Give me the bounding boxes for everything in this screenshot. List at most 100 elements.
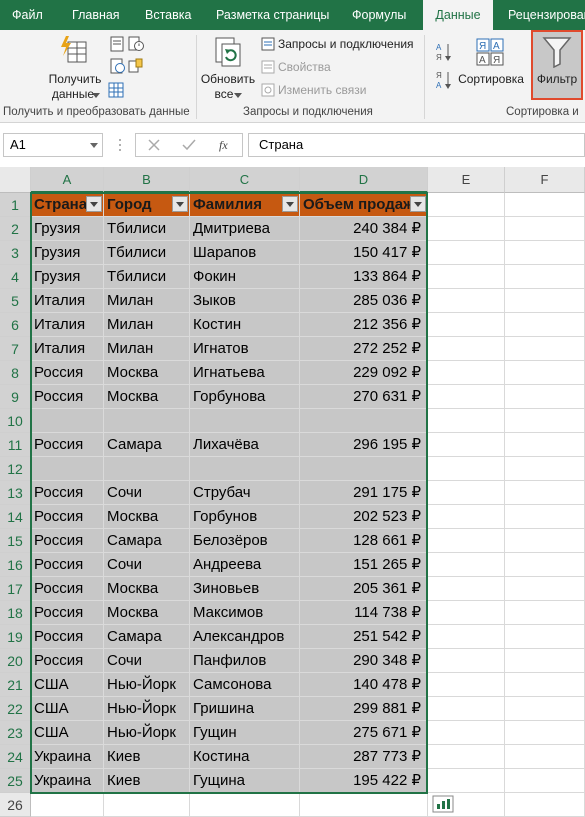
table-cell[interactable]: Игнатьева (190, 361, 300, 385)
table-cell[interactable] (505, 289, 585, 313)
table-cell[interactable]: Самара (104, 625, 190, 649)
row-header[interactable]: 22 (0, 697, 31, 721)
filter-dropdown-icon[interactable] (282, 196, 298, 212)
sort-descending-icon[interactable]: Я А (436, 70, 452, 90)
table-cell[interactable]: Гущин (190, 721, 300, 745)
table-cell[interactable] (104, 793, 190, 817)
table-cell[interactable] (428, 745, 505, 769)
table-cell[interactable]: 140 478 ₽ (300, 673, 428, 697)
table-cell[interactable] (428, 409, 505, 433)
row-header[interactable]: 20 (0, 649, 31, 673)
table-cell[interactable]: Сочи (104, 481, 190, 505)
row-header[interactable]: 21 (0, 673, 31, 697)
table-cell[interactable] (505, 337, 585, 361)
table-cell[interactable]: 296 195 ₽ (300, 433, 428, 457)
table-cell[interactable]: Россия (31, 361, 104, 385)
tab-file[interactable]: Файл (12, 0, 43, 30)
table-cell[interactable] (104, 409, 190, 433)
table-cell[interactable] (505, 217, 585, 241)
table-cell[interactable] (428, 313, 505, 337)
table-cell[interactable]: 299 881 ₽ (300, 697, 428, 721)
table-cell[interactable]: 212 356 ₽ (300, 313, 428, 337)
table-cell[interactable]: 202 523 ₽ (300, 505, 428, 529)
table-cell[interactable] (505, 241, 585, 265)
table-cell[interactable]: Горбунова (190, 385, 300, 409)
row-header[interactable]: 26 (0, 793, 31, 817)
table-cell[interactable]: Москва (104, 577, 190, 601)
table-cell[interactable] (505, 433, 585, 457)
table-cell[interactable]: Гришина (190, 697, 300, 721)
table-cell[interactable]: Игнатов (190, 337, 300, 361)
table-cell[interactable]: Россия (31, 385, 104, 409)
table-cell[interactable] (190, 793, 300, 817)
tab-formulas[interactable]: Формулы (352, 0, 406, 30)
table-cell[interactable]: Россия (31, 577, 104, 601)
table-cell[interactable]: Россия (31, 481, 104, 505)
table-cell[interactable]: Грузия (31, 217, 104, 241)
row-header[interactable]: 24 (0, 745, 31, 769)
table-cell[interactable]: США (31, 721, 104, 745)
table-cell[interactable] (428, 337, 505, 361)
table-cell[interactable]: Андреева (190, 553, 300, 577)
row-header[interactable]: 18 (0, 601, 31, 625)
table-cell[interactable]: Костина (190, 745, 300, 769)
formula-input[interactable]: Страна (248, 133, 585, 157)
table-cell[interactable]: 251 542 ₽ (300, 625, 428, 649)
column-header-d[interactable]: D (300, 167, 428, 193)
table-header-cell[interactable]: Объем продаж (300, 193, 428, 217)
tab-review[interactable]: Рецензирован (508, 0, 585, 30)
row-header[interactable]: 12 (0, 457, 31, 481)
table-cell[interactable] (428, 721, 505, 745)
column-header-c[interactable]: C (190, 167, 300, 193)
table-cell[interactable]: Гущина (190, 769, 300, 793)
table-cell[interactable]: Сочи (104, 553, 190, 577)
quick-analysis-icon[interactable] (432, 795, 454, 813)
table-cell[interactable]: Александров (190, 625, 300, 649)
table-cell[interactable]: Милан (104, 313, 190, 337)
table-cell[interactable]: Самара (104, 433, 190, 457)
table-cell[interactable] (428, 769, 505, 793)
table-cell[interactable]: Зыков (190, 289, 300, 313)
table-cell[interactable] (190, 409, 300, 433)
table-cell[interactable]: 151 265 ₽ (300, 553, 428, 577)
row-header[interactable]: 5 (0, 289, 31, 313)
table-cell[interactable] (300, 457, 428, 481)
row-header[interactable]: 15 (0, 529, 31, 553)
table-cell[interactable] (428, 673, 505, 697)
table-cell[interactable]: Тбилиси (104, 217, 190, 241)
table-cell[interactable]: Белозёров (190, 529, 300, 553)
table-cell[interactable]: Тбилиси (104, 241, 190, 265)
table-cell[interactable] (505, 481, 585, 505)
recent-sources-icon[interactable] (128, 36, 144, 52)
row-header[interactable]: 17 (0, 577, 31, 601)
table-cell[interactable] (428, 577, 505, 601)
table-cell[interactable]: 229 092 ₽ (300, 361, 428, 385)
table-cell[interactable] (190, 457, 300, 481)
table-cell[interactable] (428, 697, 505, 721)
table-cell[interactable]: Грузия (31, 241, 104, 265)
table-cell[interactable] (505, 697, 585, 721)
sort-ascending-icon[interactable]: А Я (436, 42, 452, 62)
table-cell[interactable]: Сочи (104, 649, 190, 673)
table-cell[interactable]: Киев (104, 769, 190, 793)
table-cell[interactable] (505, 577, 585, 601)
chevron-down-icon[interactable] (90, 143, 98, 149)
table-cell[interactable] (505, 505, 585, 529)
table-cell[interactable]: Панфилов (190, 649, 300, 673)
tab-insert[interactable]: Вставка (145, 0, 191, 30)
table-cell[interactable]: Нью-Йорк (104, 673, 190, 697)
table-cell[interactable] (428, 433, 505, 457)
table-cell[interactable]: Украина (31, 745, 104, 769)
from-text-icon[interactable] (110, 36, 124, 52)
from-web-icon[interactable] (110, 58, 126, 74)
table-cell[interactable] (428, 265, 505, 289)
row-header[interactable]: 14 (0, 505, 31, 529)
table-header-cell[interactable]: Фамилия (190, 193, 300, 217)
table-cell[interactable] (505, 361, 585, 385)
table-cell[interactable]: 150 417 ₽ (300, 241, 428, 265)
row-header[interactable]: 13 (0, 481, 31, 505)
table-cell[interactable]: Россия (31, 601, 104, 625)
column-header-b[interactable]: B (104, 167, 190, 193)
queries-connections-button[interactable]: Запросы и подключения (278, 37, 414, 51)
table-cell[interactable] (428, 457, 505, 481)
